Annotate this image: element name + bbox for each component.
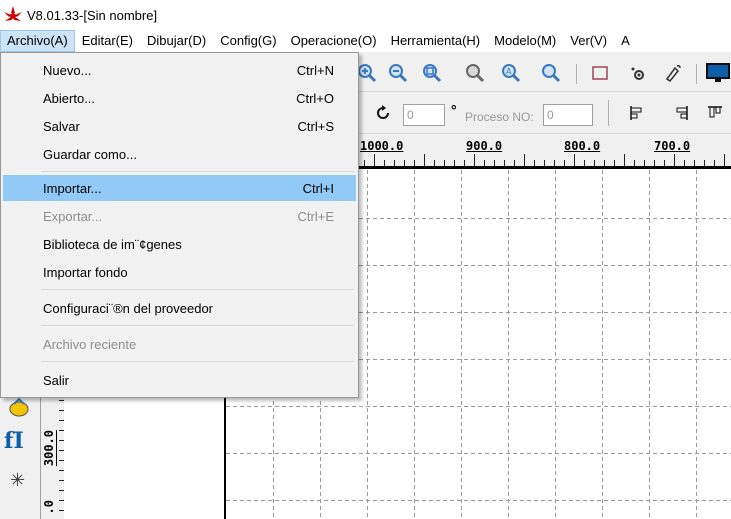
menu-bar: Archivo(A) Editar(E) Dibujar(D) Config(G…	[0, 30, 731, 52]
degree-symbol: °	[451, 102, 457, 118]
menu-item-label: Salvar	[43, 118, 80, 134]
menu-archivo[interactable]: Archivo(A)	[0, 30, 75, 52]
file-menu-dropdown: Nuevo... Ctrl+N Abierto... Ctrl+O Salvar…	[0, 52, 359, 398]
work-panel	[64, 390, 224, 519]
menu-item-label: Importar...	[43, 180, 102, 196]
star-tool-icon[interactable]: ✳	[10, 470, 25, 491]
camera-icon[interactable]	[624, 60, 650, 86]
ruler-label-800: 800.0	[564, 139, 601, 153]
toolbar-divider	[608, 100, 609, 126]
menu-item-label: Configuraci¨®n del proveedor	[43, 300, 214, 316]
pen-icon[interactable]	[660, 60, 686, 86]
ruler-label-0: .0	[42, 500, 56, 515]
align-icon-2[interactable]	[668, 100, 694, 126]
menu-item-shortcut: Ctrl+S	[297, 118, 334, 134]
menu-herramienta[interactable]: Herramienta(H)	[384, 30, 488, 52]
menu-item-label: Abierto...	[43, 90, 96, 106]
menu-item-nuevo[interactable]: Nuevo... Ctrl+N	[3, 57, 356, 83]
text-tool-icon[interactable]: fI	[4, 428, 24, 454]
menu-editar[interactable]: Editar(E)	[75, 30, 140, 52]
menu-separator	[41, 325, 354, 326]
angle-input[interactable]: 0	[403, 104, 445, 126]
menu-item-configuracion-proveedor[interactable]: Configuraci¨®n del proveedor	[3, 295, 356, 321]
menu-dibujar[interactable]: Dibujar(D)	[140, 30, 213, 52]
menu-item-shortcut: Ctrl+I	[302, 180, 334, 196]
zoom-page-icon[interactable]	[419, 60, 445, 86]
laser-logo-icon	[4, 6, 22, 21]
align-icon-1[interactable]	[624, 100, 650, 126]
menu-config[interactable]: Config(G)	[213, 30, 283, 52]
menu-item-label: Importar fondo	[43, 264, 128, 280]
menu-more[interactable]: A	[614, 30, 637, 52]
ruler-label-300: 300.0	[42, 430, 56, 467]
menu-item-label: Archivo reciente	[43, 336, 137, 352]
menu-item-label: Salir	[43, 372, 70, 388]
rectangle-select-icon[interactable]	[587, 60, 613, 86]
menu-item-biblioteca[interactable]: Biblioteca de im¨¢genes	[3, 231, 356, 257]
zoom-icon[interactable]	[538, 60, 564, 86]
ruler-label-700: 700.0	[654, 139, 691, 153]
menu-item-importar[interactable]: Importar... Ctrl+I	[3, 175, 356, 201]
proceso-input[interactable]: 0	[543, 104, 593, 126]
proceso-label: Proceso NO:	[465, 110, 534, 124]
menu-item-label: Biblioteca de im¨¢genes	[43, 236, 182, 252]
menu-item-guardar-como[interactable]: Guardar como...	[3, 141, 356, 167]
menu-operacione[interactable]: Operacione(O)	[284, 30, 384, 52]
menu-ver[interactable]: Ver(V)	[563, 30, 614, 52]
menu-item-abierto[interactable]: Abierto... Ctrl+O	[3, 85, 356, 111]
toolbar-divider	[576, 64, 577, 84]
window-title: V8.01.33-[Sin nombre]	[27, 7, 158, 23]
menu-item-shortcut: Ctrl+N	[296, 62, 334, 78]
menu-item-archivo-reciente[interactable]: Archivo reciente	[3, 331, 356, 357]
menu-item-label: Guardar como...	[43, 146, 137, 162]
menu-item-shortcut: Ctrl+E	[297, 208, 334, 224]
menu-separator	[41, 361, 354, 362]
title-bar: V8.01.33-[Sin nombre]	[0, 0, 731, 30]
menu-item-importar-fondo[interactable]: Importar fondo	[3, 259, 356, 285]
menu-separator	[41, 171, 354, 172]
menu-item-label: Nuevo...	[43, 62, 92, 78]
menu-item-exportar[interactable]: Exportar... Ctrl+E	[3, 203, 356, 229]
menu-item-salvar[interactable]: Salvar Ctrl+S	[3, 113, 356, 139]
left-toolbox: fI ✳	[0, 390, 40, 519]
toolbar-divider	[696, 64, 697, 84]
menu-separator	[41, 289, 354, 290]
menu-item-salir[interactable]: Salir	[3, 367, 356, 393]
ruler-label-1000: 1000.0	[360, 139, 404, 153]
zoom-fit-icon[interactable]	[462, 60, 488, 86]
shape-tool-icon[interactable]	[8, 396, 30, 421]
zoom-select-icon[interactable]: A	[498, 60, 524, 86]
zoom-out-icon[interactable]	[385, 60, 411, 86]
menu-item-shortcut: Ctrl+O	[296, 90, 334, 106]
ruler-label-900: 900.0	[466, 139, 503, 153]
rotate-icon[interactable]	[370, 100, 396, 126]
align-icon-3[interactable]	[702, 100, 728, 126]
app-window: V8.01.33-[Sin nombre] Archivo(A) Editar(…	[0, 0, 731, 519]
menu-modelo[interactable]: Modelo(M)	[487, 30, 563, 52]
menu-item-label: Exportar...	[43, 208, 103, 224]
svg-text:A: A	[506, 67, 512, 76]
monitor-icon[interactable]	[705, 60, 731, 86]
